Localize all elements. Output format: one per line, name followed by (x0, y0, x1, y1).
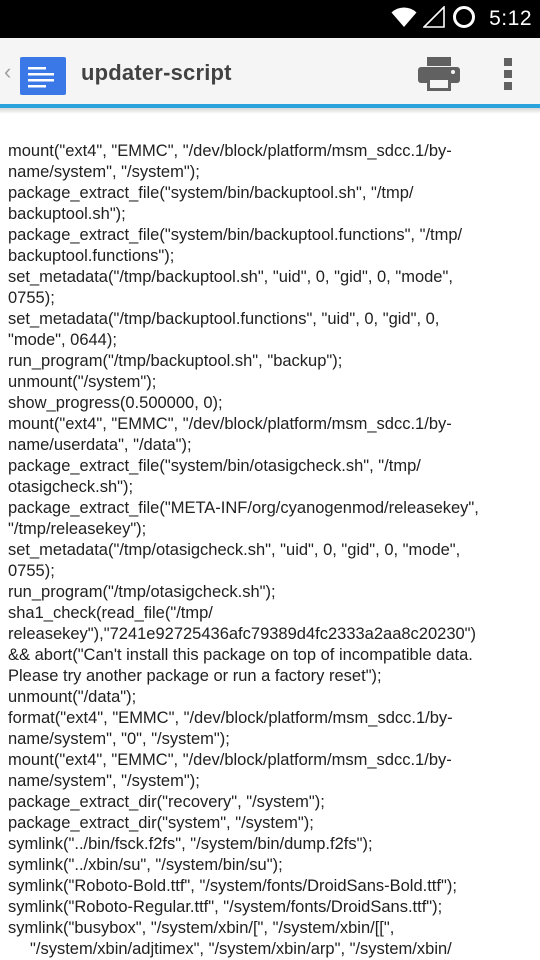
script-line: "/system/xbin/adjtimex", "/system/xbin/a… (30, 940, 452, 958)
status-time: 5:12 (489, 7, 532, 30)
script-line: symlink("busybox", "/system/xbin/[", "/s… (8, 919, 395, 937)
script-line: symlink("Roboto-Bold.ttf", "/system/font… (8, 877, 457, 895)
script-line: Please try another package or run a fact… (8, 667, 382, 685)
wifi-icon (391, 6, 417, 33)
script-line: sha1_check(read_file("/tmp/ (8, 604, 213, 622)
script-line: set_metadata("/tmp/otasigcheck.sh", "uid… (8, 541, 461, 559)
script-line: otasigcheck.sh"); (8, 478, 134, 496)
script-line: package_extract_file("system/bin/backupt… (8, 184, 414, 202)
script-line: show_progress(0.500000, 0); (8, 394, 223, 412)
script-line: package_extract_file("system/bin/backupt… (8, 226, 463, 244)
script-line: symlink("Roboto-Regular.ttf", "/system/f… (8, 898, 443, 916)
script-line: 0755); (8, 562, 55, 580)
document-icon[interactable] (20, 55, 66, 95)
script-line: 0755); (8, 289, 55, 307)
script-line: name/system", "/system"); (8, 163, 200, 181)
script-line: name/system", "0", "/system"); (8, 730, 230, 748)
action-bar-shadow (0, 108, 540, 114)
script-line: "/tmp/releasekey"); (8, 520, 147, 538)
up-chevron-icon[interactable]: ‹ (4, 60, 11, 84)
overflow-menu-icon[interactable] (496, 56, 520, 92)
script-line: mount("ext4", "EMMC", "/dev/block/platfo… (8, 751, 452, 769)
script-line: name/userdata", "/data"); (8, 436, 192, 454)
script-line: mount("ext4", "EMMC", "/dev/block/platfo… (8, 142, 452, 160)
app-title: updater-script (81, 60, 232, 85)
script-line: symlink("../bin/fsck.f2fs", "/system/bin… (8, 835, 373, 853)
script-line: unmount("/system"); (8, 373, 157, 391)
script-line: && abort("Can't install this package on … (8, 646, 473, 664)
script-line: package_extract_dir("system", "/system")… (8, 814, 314, 832)
script-line: mount("ext4", "EMMC", "/dev/block/platfo… (8, 415, 452, 433)
print-icon[interactable] (417, 56, 461, 92)
script-line: package_extract_dir("recovery", "/system… (8, 793, 325, 811)
sync-icon (451, 4, 477, 35)
script-line: backuptool.sh"); (8, 205, 126, 223)
script-text-view[interactable]: mount("ext4", "EMMC", "/dev/block/platfo… (8, 141, 532, 960)
status-bar: 5:12 (0, 0, 540, 38)
status-icons: 5:12 (391, 0, 532, 38)
script-line: symlink("../xbin/su", "/system/bin/su"); (8, 856, 283, 874)
script-line: backuptool.functions"); (8, 247, 175, 265)
no-signal-icon (422, 4, 445, 33)
script-line: name/system", "/system"); (8, 772, 200, 790)
script-line: unmount("/data"); (8, 688, 137, 706)
script-line: set_metadata("/tmp/backuptool.functions"… (8, 310, 440, 328)
action-bar: ‹ updater-script (0, 38, 540, 106)
script-line: run_program("/tmp/otasigcheck.sh"); (8, 583, 276, 601)
script-line: run_program("/tmp/backuptool.sh", "backu… (8, 352, 343, 370)
script-line: package_extract_file("system/bin/otasigc… (8, 457, 421, 475)
script-line: package_extract_file("META-INF/org/cyano… (8, 499, 479, 517)
script-line: "mode", 0644); (8, 331, 117, 349)
script-line: format("ext4", "EMMC", "/dev/block/platf… (8, 709, 453, 727)
script-line: set_metadata("/tmp/backuptool.sh", "uid"… (8, 268, 453, 286)
script-line: releasekey"),"7241e92725436afc79389d4fc2… (8, 625, 477, 643)
